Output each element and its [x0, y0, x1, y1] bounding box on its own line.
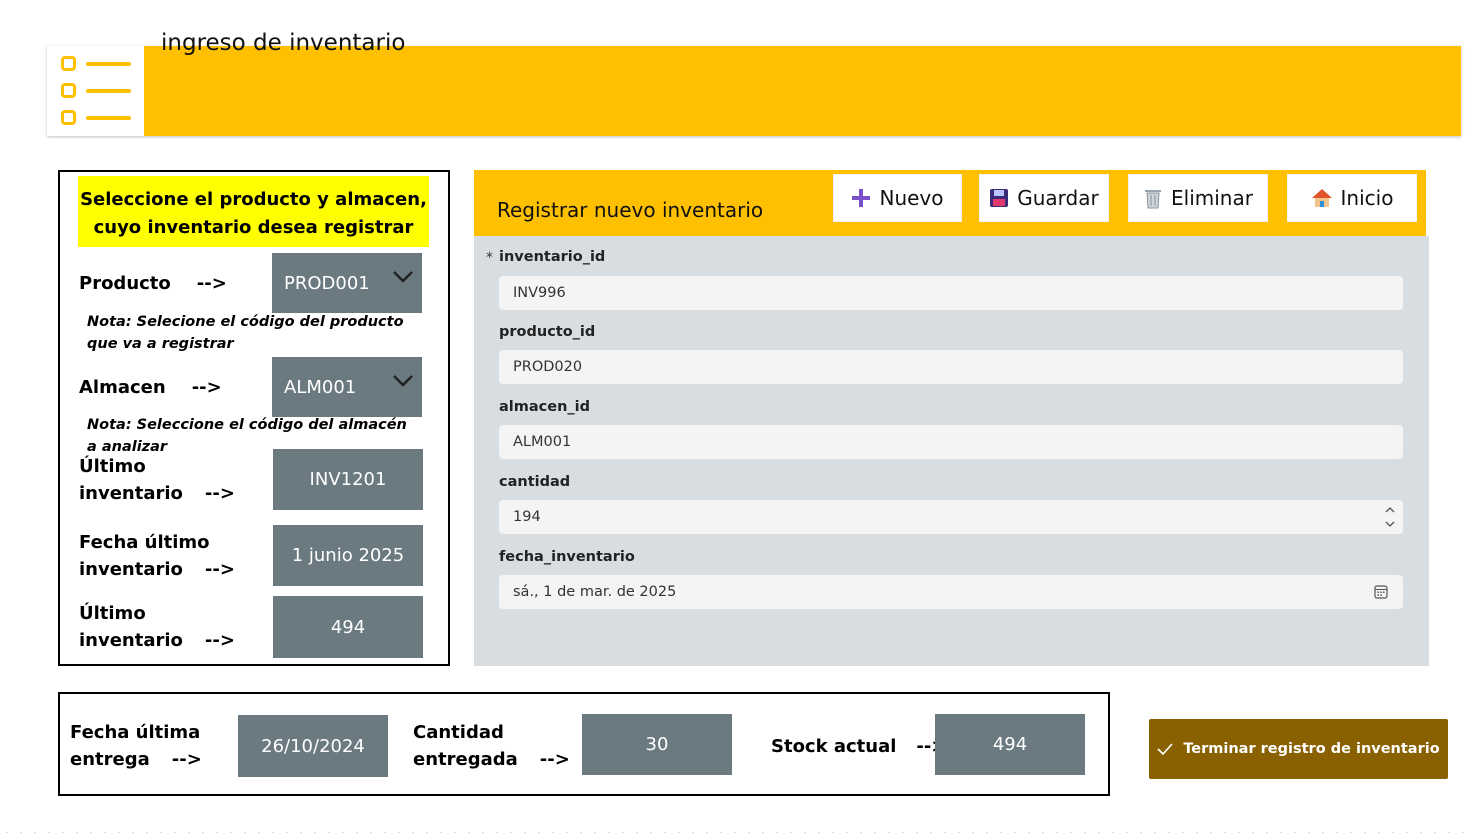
- producto-id-label: producto_id: [499, 324, 596, 340]
- guardar-button[interactable]: Guardar: [979, 174, 1109, 222]
- list-icon: [47, 46, 144, 136]
- ultimo-cantidad-label: Último inventario -->: [79, 603, 235, 651]
- producto-dropdown-value: PROD001: [284, 272, 370, 294]
- terminar-registro-button[interactable]: Terminar registro de inventario: [1149, 719, 1448, 779]
- cantidad-entregada-value: 30: [582, 714, 732, 775]
- fecha-ultima-entrega-value: 26/10/2024: [238, 715, 388, 777]
- stock-actual-value: 494: [935, 714, 1085, 775]
- producto-id-input[interactable]: PROD020: [499, 350, 1403, 384]
- fecha-inventario-value: sá., 1 de mar. de 2025: [513, 584, 677, 600]
- inicio-button[interactable]: Inicio: [1287, 174, 1417, 222]
- fecha-ultimo-inventario-value: 1 junio 2025: [273, 525, 423, 586]
- instruction-line: cuyo inventario desea registrar: [93, 217, 414, 238]
- plus-icon: [852, 189, 871, 207]
- fecha-inventario-input[interactable]: sá., 1 de mar. de 2025: [499, 575, 1403, 609]
- page-title: ingreso de inventario: [161, 30, 406, 56]
- producto-label: Producto -->: [79, 273, 227, 294]
- eliminar-button[interactable]: Eliminar: [1128, 174, 1268, 222]
- inventario-id-label: inventario_id: [499, 249, 606, 265]
- producto-dropdown[interactable]: PROD001: [272, 253, 422, 313]
- chevron-down-icon: [393, 271, 413, 283]
- floppy-disk-icon: [990, 189, 1009, 207]
- instruction-line: Seleccione el producto y almacen,: [80, 189, 427, 210]
- almacen-label: Almacen -->: [79, 377, 222, 398]
- ultimo-inventario-label: Último inventario -->: [79, 456, 235, 504]
- almacen-id-label: almacen_id: [499, 399, 591, 415]
- almacen-dropdown[interactable]: ALM001: [272, 357, 422, 417]
- checkmark-icon: [1157, 743, 1173, 755]
- almacen-id-input[interactable]: ALM001: [499, 425, 1403, 459]
- nuevo-button[interactable]: Nuevo: [833, 174, 962, 222]
- ultimo-cantidad-value: 494: [273, 596, 423, 658]
- page-header: [47, 46, 1461, 136]
- spinner-arrows-icon[interactable]: [1385, 505, 1395, 529]
- cantidad-input[interactable]: 194: [499, 500, 1403, 534]
- required-mark: *: [486, 250, 493, 266]
- fecha-inventario-label: fecha_inventario: [499, 549, 635, 565]
- producto-note: Nota: Selecione el código del producto q…: [87, 314, 404, 352]
- almacen-dropdown-value: ALM001: [284, 376, 357, 398]
- chevron-down-icon: [393, 375, 413, 387]
- stock-actual-label: Stock actual -->: [771, 736, 947, 757]
- form-title: Registrar nuevo inventario: [497, 198, 764, 222]
- home-icon: [1311, 189, 1332, 207]
- inventario-id-input[interactable]: INV996: [499, 276, 1403, 310]
- calendar-icon[interactable]: [1374, 585, 1388, 599]
- fecha-ultima-entrega-label: Fecha última entrega -->: [70, 722, 202, 770]
- trash-icon: [1145, 190, 1162, 209]
- ultimo-inventario-value: INV1201: [273, 449, 423, 510]
- cantidad-entregada-label: Cantidad entregada -->: [413, 722, 570, 770]
- selection-instructions: Seleccione el producto y almacen, cuyo i…: [78, 176, 429, 247]
- cantidad-value: 194: [513, 509, 541, 525]
- fecha-ultimo-inventario-label: Fecha último inventario -->: [79, 532, 235, 580]
- cantidad-label: cantidad: [499, 474, 571, 490]
